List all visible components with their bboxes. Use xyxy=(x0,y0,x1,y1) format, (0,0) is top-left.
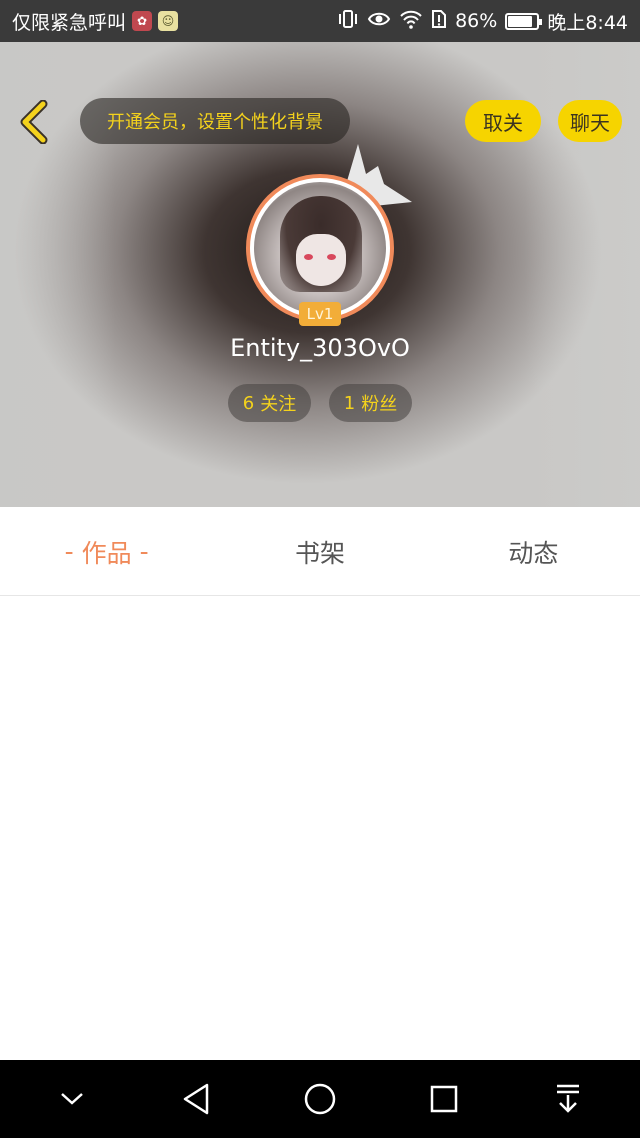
fans-count-button[interactable]: 1 粉丝 xyxy=(329,384,412,422)
username: Entity_303OvO xyxy=(230,334,410,362)
chat-app-icon: ☺ xyxy=(158,11,179,31)
level-badge: Lv1 xyxy=(299,302,341,326)
status-left: 仅限紧急呼叫 ✿ ☺ xyxy=(12,8,337,35)
app-notification-icon: ✿ xyxy=(132,11,153,31)
recents-square-icon xyxy=(430,1085,458,1113)
pull-down-icon xyxy=(557,1084,579,1113)
nav-home-button[interactable] xyxy=(290,1069,350,1129)
sim-alert-icon xyxy=(431,9,447,34)
avatar[interactable] xyxy=(246,174,394,322)
nav-recents-button[interactable] xyxy=(414,1069,474,1129)
tab-bookshelf-label: 书架 xyxy=(294,538,345,568)
battery-percent: 86% xyxy=(455,10,498,32)
tab-activity[interactable]: 动态 xyxy=(427,508,640,595)
tab-content-area xyxy=(0,596,640,1060)
vip-background-banner[interactable]: 开通会员，设置个性化背景 xyxy=(80,98,350,144)
home-circle-icon xyxy=(304,1083,336,1115)
unfollow-button[interactable]: 取关 xyxy=(465,100,541,142)
chat-button[interactable]: 聊天 xyxy=(558,100,622,142)
collapse-button[interactable] xyxy=(42,1069,102,1129)
carrier-text: 仅限紧急呼叫 xyxy=(12,11,127,34)
nav-back-button[interactable] xyxy=(166,1069,226,1129)
chevron-down-icon xyxy=(61,1093,83,1105)
battery-icon xyxy=(505,12,543,30)
tab-bookshelf[interactable]: 书架 xyxy=(213,508,426,595)
following-label: 关注 xyxy=(260,394,297,415)
system-nav-bar xyxy=(0,1060,640,1138)
following-count-button[interactable]: 6 关注 xyxy=(228,384,311,422)
avatar-image xyxy=(254,182,386,314)
fans-count: 1 xyxy=(343,392,356,414)
clock: 晚上8:44 xyxy=(547,11,628,34)
back-triangle-icon xyxy=(183,1083,209,1115)
fans-label: 粉丝 xyxy=(361,394,398,415)
back-button[interactable] xyxy=(14,100,54,144)
battery-fill xyxy=(508,15,533,27)
chevron-left-icon xyxy=(20,100,48,144)
wifi-icon xyxy=(399,9,423,34)
notification-pull-button[interactable] xyxy=(538,1069,598,1129)
tab-works-label: 作品 xyxy=(81,538,132,568)
status-right: 86% 晚上8:44 xyxy=(337,8,628,35)
profile-header: 开通会员，设置个性化背景 取关 聊天 Lv1 Entity_303OvO 6 关… xyxy=(0,42,640,507)
tab-indicator-left: - xyxy=(64,537,74,566)
vibrate-icon xyxy=(337,9,359,34)
following-count: 6 xyxy=(242,392,255,414)
status-bar: 仅限紧急呼叫 ✿ ☺ 86% 晚上8:44 xyxy=(0,0,640,42)
tab-activity-label: 动态 xyxy=(508,538,559,568)
eye-icon xyxy=(367,10,391,33)
tab-works[interactable]: - 作品 - xyxy=(0,508,213,595)
profile-tabs: - 作品 - 书架 动态 xyxy=(0,508,640,596)
tab-indicator-right: - xyxy=(139,537,149,566)
